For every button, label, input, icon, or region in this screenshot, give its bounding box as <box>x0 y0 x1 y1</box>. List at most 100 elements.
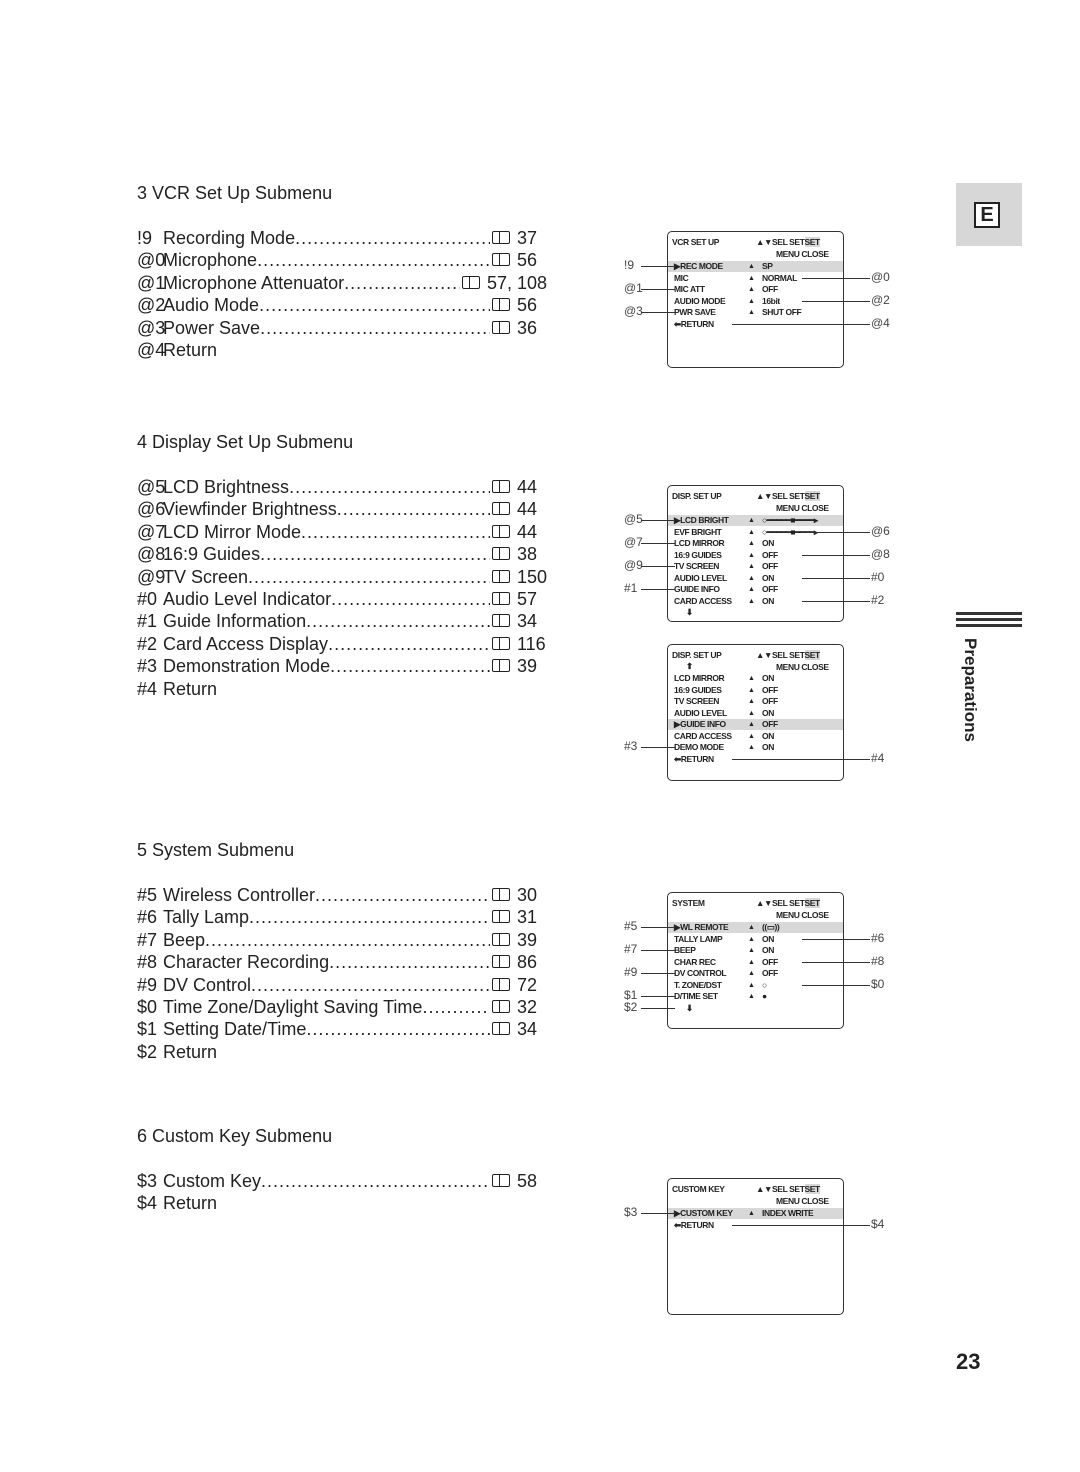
menu-row-label: LCD MIRROR <box>674 538 725 548</box>
page-reference: 150 <box>516 566 547 587</box>
submenu-item: @5LCD Brightness 44 <box>137 476 547 498</box>
divider-bar <box>956 624 1022 627</box>
menu-row-label: CARD ACCESS <box>674 595 732 606</box>
menu-row-label: DEMO MODE <box>674 742 724 752</box>
callout-label: #1 <box>624 581 638 595</box>
setting-marker-icon: ▲ <box>748 1210 755 1217</box>
callout-line <box>802 531 870 533</box>
submenu-item: $1Setting Date/Time 34 <box>137 1018 547 1040</box>
callout-label: #4 <box>871 750 885 765</box>
setting-marker-icon: ▲ <box>748 744 755 751</box>
menu-row-value: ON <box>762 538 774 548</box>
menu-row-label: ▶LCD BRIGHT <box>674 515 729 525</box>
page-reference: 34 <box>517 611 538 632</box>
leader-dots <box>301 521 490 543</box>
page-reference: 39 <box>517 929 538 950</box>
leader-dots <box>251 974 490 996</box>
down-arrow-icon: ⬇ <box>686 607 693 617</box>
menu-row-value: SP <box>762 261 773 271</box>
callout-label: $2 <box>624 999 638 1014</box>
setting-marker-icon: ▲ <box>748 721 755 728</box>
item-code: $1 <box>137 1019 158 1040</box>
item-code: #9 <box>137 974 158 995</box>
menu-row-label: CARD ACCESS <box>674 730 732 741</box>
setting-marker-icon: ▲ <box>748 970 755 977</box>
callout-label: @5 <box>624 512 643 526</box>
section-title: 6 Custom Key Submenu <box>137 1126 333 1146</box>
menu-row-value: OFF <box>762 968 778 978</box>
setting-marker-icon: ▲ <box>748 947 755 954</box>
language-tab-letter: E <box>974 202 1000 228</box>
book-icon <box>491 569 510 583</box>
item-label: Guide Information <box>163 611 307 632</box>
item-label: Demonstration Mode <box>163 656 331 677</box>
page-reference: 39 <box>517 656 538 677</box>
item-label: Power Save <box>163 317 261 338</box>
setting-marker-icon: ▲ <box>748 563 755 570</box>
leader-dots <box>260 543 490 565</box>
callout-line <box>802 577 870 579</box>
leader-dots <box>315 884 490 906</box>
setting-marker-icon: ▲ <box>748 924 755 931</box>
menu-row-value: ○ <box>762 979 767 990</box>
submenu-item: @1Microphone Attenuator 57, 108 <box>137 272 547 294</box>
item-label: Card Access Display <box>163 633 329 654</box>
section-title: 3 VCR Set Up Submenu <box>137 183 333 203</box>
menu-row-label: BEEP <box>674 945 696 955</box>
item-code: #7 <box>137 929 158 950</box>
menu-row-value: OFF <box>762 284 778 294</box>
menu-row-value: OFF <box>762 561 778 571</box>
menu-row-label: TV SCREEN <box>674 561 720 571</box>
callout-line <box>802 961 870 963</box>
book-icon <box>492 910 510 924</box>
menu-row-label: ⬅RETURN <box>674 318 714 329</box>
callout-label: @2 <box>871 292 890 307</box>
page-reference: 56 <box>517 250 538 271</box>
menu-close-hint: MENU CLOSE <box>776 503 829 513</box>
leader-dots <box>328 633 490 655</box>
setting-marker-icon: ▲ <box>748 574 755 582</box>
leader-dots <box>329 951 490 973</box>
submenu-item: #0Audio Level Indicator 57 <box>137 588 547 610</box>
callout-label: #0 <box>871 569 885 584</box>
divider-bar <box>956 618 1022 621</box>
item-label: Return <box>163 678 218 699</box>
book-icon <box>492 1174 510 1187</box>
set-hint: SET <box>804 491 820 501</box>
menu-row-value: OFF <box>762 684 778 695</box>
menu-row-label: ▶GUIDE INFO <box>674 719 726 729</box>
set-hint: SET <box>804 237 820 247</box>
leader-dots <box>422 996 490 1018</box>
screen-title: DISP. SET UP <box>672 491 722 501</box>
item-code: #3 <box>137 656 158 677</box>
book-icon <box>492 231 510 244</box>
item-label: 16:9 Guides <box>163 544 261 565</box>
menu-row-label: PWR SAVE <box>674 307 716 317</box>
manual-page: E Preparations 23 3 VCR Set Up Submenu !9… <box>0 0 1080 1472</box>
setting-marker-icon: ▲ <box>748 297 755 305</box>
item-code: #8 <box>137 952 158 973</box>
leader-dots <box>249 906 490 928</box>
page-reference: 56 <box>517 295 538 316</box>
menu-row-value: ((▭)) <box>762 922 780 932</box>
leader-dots <box>259 294 490 316</box>
setting-marker-icon: ▲ <box>748 993 755 1000</box>
screen-title: DISP. SET UP <box>672 650 722 660</box>
page-reference: 57 <box>517 589 538 609</box>
callout-line <box>641 1213 675 1214</box>
setting-marker-icon: ▲ <box>748 551 755 559</box>
menu-row-value: OFF <box>762 956 778 967</box>
callout-line <box>641 589 675 590</box>
page-reference: 44 <box>517 499 538 520</box>
item-label: Setting Date/Time <box>163 1019 307 1040</box>
menu-close-hint: MENU CLOSE <box>776 1196 829 1206</box>
page-reference: 58 <box>517 1171 538 1191</box>
book-icon <box>492 253 510 267</box>
leader-dots <box>248 566 490 588</box>
callout-label: $0 <box>871 976 885 991</box>
submenu-item: @4 Return <box>137 339 547 361</box>
leader-dots <box>257 249 490 271</box>
setting-marker-icon: ▲ <box>748 528 755 536</box>
menu-row-label: MIC ATT <box>674 284 705 294</box>
menu-row: AUDIO LEVEL ▲ ON <box>668 708 843 719</box>
